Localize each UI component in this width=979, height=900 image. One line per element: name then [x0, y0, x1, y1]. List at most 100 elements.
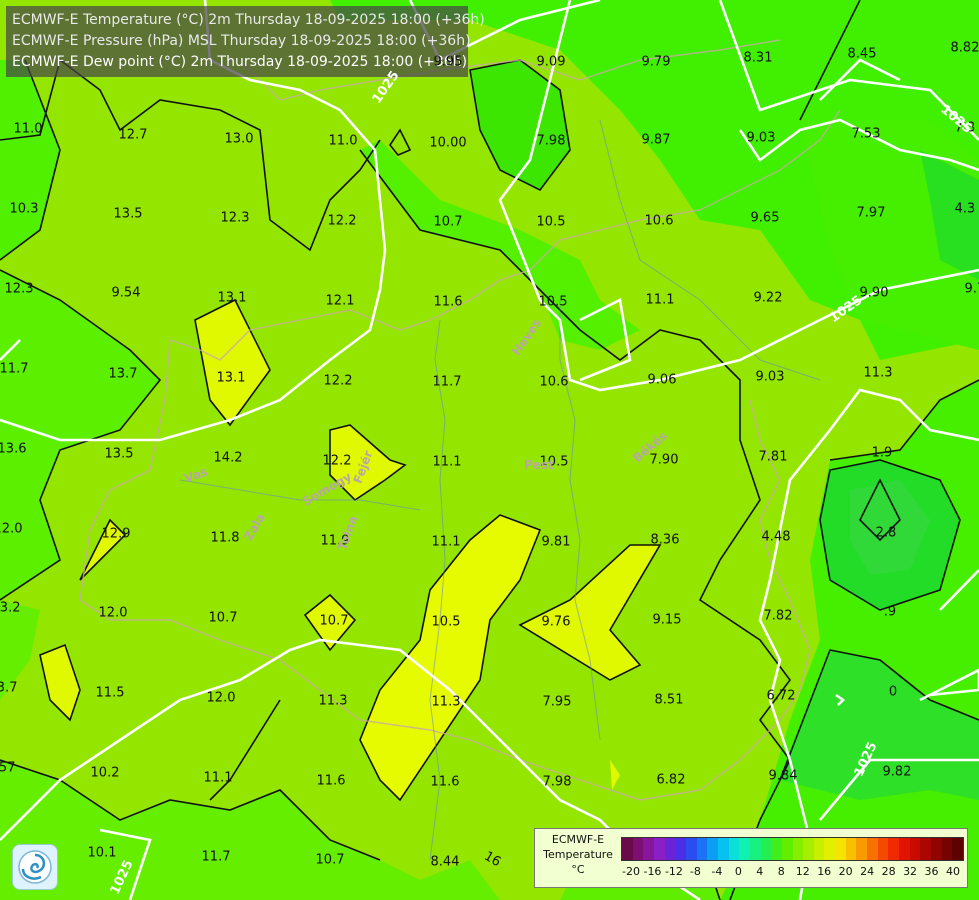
legend-tick-label: 8: [777, 865, 785, 878]
dewpoint-value: 13.5: [113, 206, 143, 222]
dewpoint-value: 9.65: [750, 210, 780, 226]
legend-swatch: [664, 838, 676, 860]
dewpoint-value: 10.3: [9, 201, 39, 217]
dewpoint-value: 13.0: [224, 131, 254, 147]
legend-swatch: [824, 838, 836, 860]
dewpoint-value: 11.1: [432, 454, 462, 470]
dewpoint-value: 8.51: [654, 692, 684, 708]
dewpoint-value: 7.98: [542, 774, 572, 790]
legend-swatch: [952, 838, 963, 860]
dewpoint-value: 12.1: [325, 293, 355, 309]
legend-title: ECMWF-E Temperature °C: [537, 832, 619, 877]
dewpoint-value: 10.7: [433, 214, 463, 230]
legend-swatch: [728, 838, 740, 860]
dewpoint-value: 7.98: [536, 133, 566, 149]
dewpoint-value: 9.81: [541, 534, 571, 550]
swirl-icon: [18, 850, 52, 884]
legend-tick-label: 20: [838, 865, 853, 878]
legend-swatch: [867, 838, 878, 860]
dewpoint-value: 13.1: [216, 370, 246, 386]
legend-swatch: [792, 838, 804, 860]
dewpoint-value: 9.03: [755, 369, 785, 385]
weather-map: ECMWF-E Temperature (°C) 2m Thursday 18-…: [0, 0, 979, 900]
dewpoint-value: 11.3: [318, 693, 348, 709]
dewpoint-value: 11.6: [433, 294, 463, 310]
dewpoint-value: 9.79: [641, 54, 671, 70]
dewpoint-value: 13.1: [217, 290, 247, 306]
map-header: ECMWF-E Temperature (°C) 2m Thursday 18-…: [6, 6, 485, 77]
dewpoint-value: 13.6: [0, 441, 27, 457]
dewpoint-value: 6.72: [766, 688, 796, 704]
legend-swatch: [803, 838, 814, 860]
dewpoint-value: 11.1: [203, 770, 233, 786]
legend-tick-label: 12: [795, 865, 810, 878]
dewpoint-value: 11.7: [0, 361, 29, 377]
legend-tick-label: -12: [664, 865, 683, 878]
dewpoint-value: 14.2: [213, 450, 243, 466]
dewpoint-value: 9.03: [746, 130, 776, 146]
dewpoint-value: 11.6: [316, 773, 346, 789]
legend-swatch: [739, 838, 750, 860]
legend-swatch: [845, 838, 857, 860]
legend-swatch: [856, 838, 868, 860]
dewpoint-value: 11.0: [13, 121, 43, 137]
brand-logo: [12, 844, 58, 890]
dewpoint-value: .9: [883, 604, 897, 620]
legend-tick-label: 16: [817, 865, 832, 878]
dewpoint-value: 11.7: [432, 374, 462, 390]
legend-swatch: [931, 838, 942, 860]
dewpoint-value: 8.36: [650, 532, 680, 548]
dewpoint-value: 9.76: [541, 614, 571, 630]
dewpoint-value: 10.5: [538, 294, 568, 310]
legend-swatch: [707, 838, 718, 860]
dewpoint-value: 9.95: [433, 54, 463, 70]
dewpoint-value: 13.7: [0, 680, 18, 696]
dewpoint-value: 8.44: [430, 854, 460, 870]
dewpoint-value: 10.6: [644, 213, 674, 229]
legend-swatch: [909, 838, 921, 860]
legend-swatch: [771, 838, 782, 860]
dewpoint-value: 11.8: [210, 530, 240, 546]
legend-tick-label: -20: [622, 865, 640, 878]
legend-model: ECMWF-E: [551, 833, 605, 846]
dewpoint-value: 12.0: [98, 605, 128, 621]
dewpoint-value: 12.2: [327, 213, 357, 229]
legend-tick-label: -4: [711, 865, 723, 878]
legend-swatch: [653, 838, 665, 860]
dewpoint-value: 11.6: [430, 774, 460, 790]
dewpoint-value: 10.6: [539, 374, 569, 390]
dewpoint-value: 4.48: [761, 529, 791, 545]
legend-ticks: -20 -16 -12 -8 -4 0 4 8 12 16 20 24 28 32 36 40: [621, 865, 964, 879]
dewpoint-value: 11.3: [431, 694, 461, 710]
dewpoint-value: 9.90: [859, 285, 889, 301]
region-label-pest: Pest: [524, 458, 554, 472]
dewpoint-value: 11.1: [431, 534, 461, 550]
dewpoint-value: 10.5: [431, 614, 461, 630]
legend-unit: °C: [571, 863, 585, 876]
legend-color-bar: [621, 837, 964, 861]
header-temperature: ECMWF-E Temperature (°C) 2m Thursday 18-…: [12, 12, 485, 28]
dewpoint-value: 9.09: [536, 54, 566, 70]
legend-swatch: [749, 838, 761, 860]
dewpoint-value: 4.3: [954, 201, 976, 217]
legend-tick-label: 32: [903, 865, 918, 878]
legend-tick-label: 0: [734, 865, 742, 878]
dewpoint-value: 12.9: [101, 526, 131, 542]
dewpoint-value: 9.73: [964, 281, 979, 297]
legend-tick-label: -16: [643, 865, 662, 878]
legend-swatch: [643, 838, 654, 860]
legend-tick-label: 40: [946, 865, 960, 878]
dewpoint-value: 2.8: [875, 525, 897, 541]
legend-swatch: [696, 838, 708, 860]
dewpoint-value: 9.87: [641, 132, 671, 148]
dewpoint-value: 8.82: [950, 40, 979, 56]
dewpoint-value: 12.0: [0, 521, 23, 537]
legend-swatch: [899, 838, 910, 860]
legend-tick-label: 28: [881, 865, 896, 878]
legend-swatch: [675, 838, 686, 860]
dewpoint-value: 7.97: [856, 205, 886, 221]
dewpoint-value: 10.7: [315, 852, 345, 868]
temperature-legend: ECMWF-E Temperature °C -20 -16 -12 -8 -4 0 4 8 1…: [534, 828, 968, 888]
legend-swatch: [835, 838, 846, 860]
dewpoint-value: 10.7: [319, 613, 349, 629]
